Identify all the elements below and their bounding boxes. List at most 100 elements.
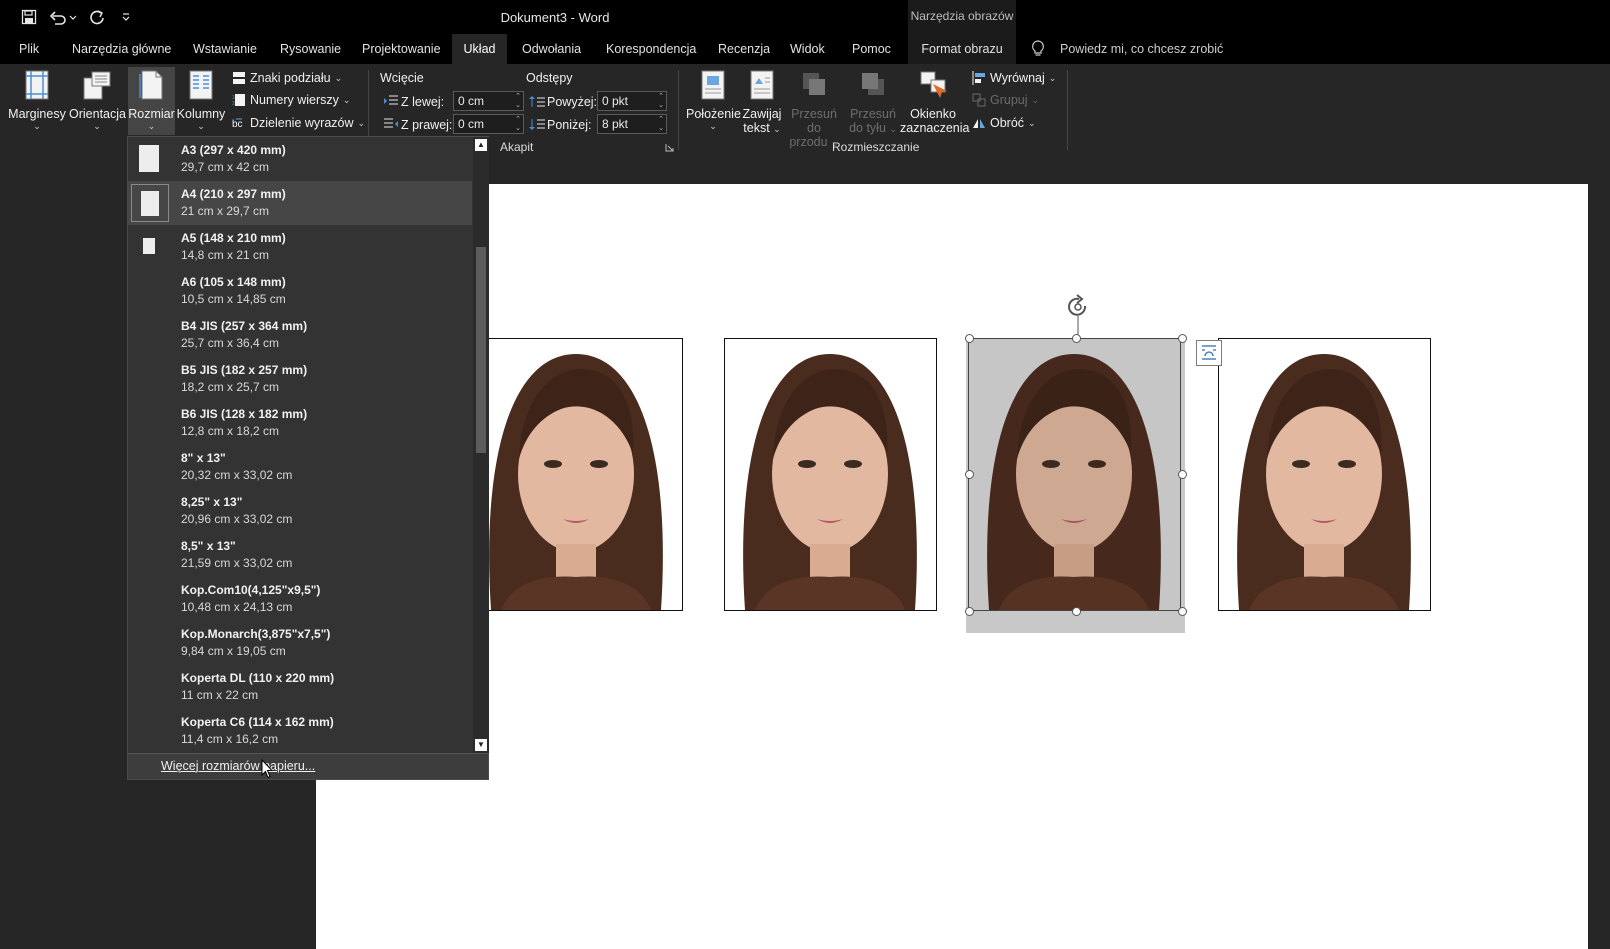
hyphenation-button[interactable]: bc Dzielenie wyrazów ⌄ (232, 116, 365, 130)
line-numbers-button[interactable]: 12 Numery wierszy ⌄ (232, 93, 350, 107)
dialog-launcher-icon[interactable] (665, 143, 674, 152)
group-button[interactable]: Grupuj ⌄ (972, 93, 1039, 107)
paper-size-item[interactable]: Kop.Monarch(3,875"x7,5") 9,84 cm x 19,05 … (128, 621, 472, 665)
redo-icon[interactable] (86, 6, 108, 28)
resize-handle-right[interactable] (1178, 470, 1187, 479)
paper-size-item[interactable]: Kop.Com10(4,125"x9,5") 10,48 cm x 24,13 c… (128, 577, 472, 621)
portrait-photo-1[interactable] (470, 338, 683, 611)
more-paper-sizes-label: Więcej rozmiarów papieru... (161, 759, 316, 773)
paper-size-name: Kop.Monarch(3,875"x7,5") (181, 627, 331, 641)
paper-size-item[interactable]: Koperta C6 (114 x 162 mm) 11,4 cm x 16,2 … (128, 709, 472, 753)
tab-draw[interactable]: Rysowanie (280, 34, 341, 64)
portrait-photo-4[interactable] (1218, 338, 1431, 611)
portrait-photo-2[interactable] (724, 338, 937, 611)
wrap-text-button[interactable]: Zawijaj tekst ⌄ (742, 70, 782, 135)
rotate-handle-icon[interactable] (1065, 294, 1091, 340)
indent-right-icon (384, 118, 398, 128)
tab-design[interactable]: Projektowanie (362, 34, 441, 64)
paper-size-name: Koperta C6 (114 x 162 mm) (181, 715, 334, 729)
tell-me-search[interactable]: Powiedz mi, co chcesz zrobić (1060, 34, 1223, 64)
selection-pane-icon (920, 71, 947, 98)
paper-size-dimensions: 21,59 cm x 33,02 cm (181, 556, 293, 570)
rotate-button[interactable]: Obróć ⌄ (972, 116, 1036, 130)
scroll-down-icon[interactable]: ▼ (475, 739, 487, 751)
resize-handle-left[interactable] (965, 470, 974, 479)
position-button[interactable]: Położenie ⌄ (686, 70, 741, 132)
portrait-photo-3-selected[interactable] (968, 338, 1181, 611)
indent-right-field[interactable]: 0 cm ⌃ ⌄ (453, 114, 524, 134)
spacing-title: Odstępy (526, 71, 573, 85)
paper-size-item[interactable]: 8,25" x 13" 20,96 cm x 33,02 cm (128, 489, 472, 533)
paper-size-item[interactable]: B4 JIS (257 x 364 mm) 25,7 cm x 36,4 cm (128, 313, 472, 357)
paper-size-item[interactable]: A3 (297 x 420 mm) 29,7 cm x 42 cm (128, 137, 472, 181)
paper-size-item[interactable]: A6 (105 x 148 mm) 10,5 cm x 14,85 cm (128, 269, 472, 313)
align-button[interactable]: Wyrównaj ⌄ (972, 71, 1056, 85)
dropdown-scrollbar[interactable]: ▲ ▼ (473, 137, 489, 753)
resize-handle-top-right[interactable] (1178, 334, 1187, 343)
paper-preview-icon (131, 536, 169, 574)
paper-sheet-icon (143, 238, 155, 254)
paper-size-item[interactable]: A4 (210 x 297 mm) 21 cm x 29,7 cm (128, 181, 472, 225)
paper-preview-icon (131, 184, 169, 222)
tab-review[interactable]: Recenzja (718, 34, 770, 64)
customize-icon[interactable] (118, 6, 134, 28)
paper-preview-icon (131, 492, 169, 530)
tab-insert[interactable]: Wstawianie (193, 34, 257, 64)
spacing-after-field[interactable]: 8 pkt ⌃ ⌄ (597, 114, 667, 134)
margins-button[interactable]: Marginesy ⌄ (6, 70, 68, 132)
paper-size-item[interactable]: Koperta DL (110 x 220 mm) 11 cm x 22 cm (128, 665, 472, 709)
tab-help[interactable]: Pomoc (852, 34, 891, 64)
tab-view[interactable]: Widok (790, 34, 825, 64)
tab-layout[interactable]: Układ (452, 34, 507, 64)
orientation-label: Orientacja (69, 107, 126, 121)
orientation-button[interactable]: Orientacja ⌄ (69, 70, 126, 132)
indent-left-field[interactable]: 0 cm ⌃ ⌄ (453, 91, 524, 111)
scroll-thumb[interactable] (476, 247, 486, 453)
wrap-text-label-2: tekst (743, 121, 770, 135)
bring-forward-label-2: przodu (789, 135, 828, 149)
save-icon[interactable] (18, 6, 40, 28)
selection-pane-button[interactable]: Okienko zaznaczenia (900, 70, 970, 135)
send-backward-label-2: do tyłu (849, 121, 886, 135)
paper-size-item[interactable]: A5 (148 x 210 mm) 14,8 cm x 21 cm (128, 225, 472, 269)
paper-preview-icon (131, 580, 169, 618)
tab-mailings[interactable]: Korespondencja (606, 34, 696, 64)
paper-size-name: B6 JIS (128 x 182 mm) (181, 407, 308, 421)
paper-size-item[interactable]: B5 JIS (182 x 257 mm) 18,2 cm x 25,7 cm (128, 357, 472, 401)
paper-preview-icon (131, 316, 169, 354)
scroll-up-icon[interactable]: ▲ (475, 139, 487, 151)
indent-title: Wcięcie (380, 71, 424, 85)
paper-size-name: A4 (210 x 297 mm) (181, 187, 286, 201)
paper-size-item[interactable]: 8" x 13" 20,32 cm x 33,02 cm (128, 445, 472, 489)
bring-forward-button[interactable]: Przesuń do przodu ⌄ (784, 70, 844, 149)
paper-size-dimensions: 20,96 cm x 33,02 cm (181, 512, 293, 526)
undo-icon[interactable] (48, 6, 78, 28)
paper-size-item[interactable]: B6 JIS (128 x 182 mm) 12,8 cm x 18,2 cm (128, 401, 472, 445)
tab-file[interactable]: Plik (19, 34, 39, 64)
bring-forward-icon (803, 73, 825, 95)
size-button[interactable]: Rozmiar ⌄ (128, 70, 175, 132)
selection-pane-label-1: Okienko (910, 107, 956, 121)
breaks-button[interactable]: Znaki podziału ⌄ (232, 71, 342, 85)
resize-handle-top-left[interactable] (965, 334, 974, 343)
more-paper-sizes-item[interactable]: Więcej rozmiarów papieru... (128, 753, 488, 779)
tab-references[interactable]: Odwołania (522, 34, 581, 64)
columns-button[interactable]: Kolumny ⌄ (175, 70, 227, 132)
tab-picture-format[interactable]: Format obrazu (908, 34, 1016, 64)
layout-options-icon (1202, 345, 1216, 360)
resize-handle-bottom[interactable] (1072, 607, 1081, 616)
spacing-before-field[interactable]: 0 pkt ⌃ ⌄ (597, 91, 667, 111)
paper-size-item[interactable]: 8,5" x 13" 21,59 cm x 33,02 cm (128, 533, 472, 577)
spacing-after-label: Poniżej: (547, 118, 592, 132)
resize-handle-bottom-left[interactable] (965, 607, 974, 616)
indent-right-label: Z prawej: (401, 118, 453, 132)
tab-home[interactable]: Narzędzia główne (72, 34, 171, 64)
columns-label: Kolumny (176, 107, 226, 121)
paper-preview-icon (131, 228, 169, 266)
send-backward-button[interactable]: Przesuń do tyłu ⌄ (846, 70, 900, 135)
resize-handle-top[interactable] (1072, 334, 1081, 343)
layout-options-button[interactable] (1196, 340, 1222, 366)
paper-size-dimensions: 25,7 cm x 36,4 cm (181, 336, 280, 350)
size-label: Rozmiar (128, 107, 175, 121)
resize-handle-bottom-right[interactable] (1178, 607, 1187, 616)
